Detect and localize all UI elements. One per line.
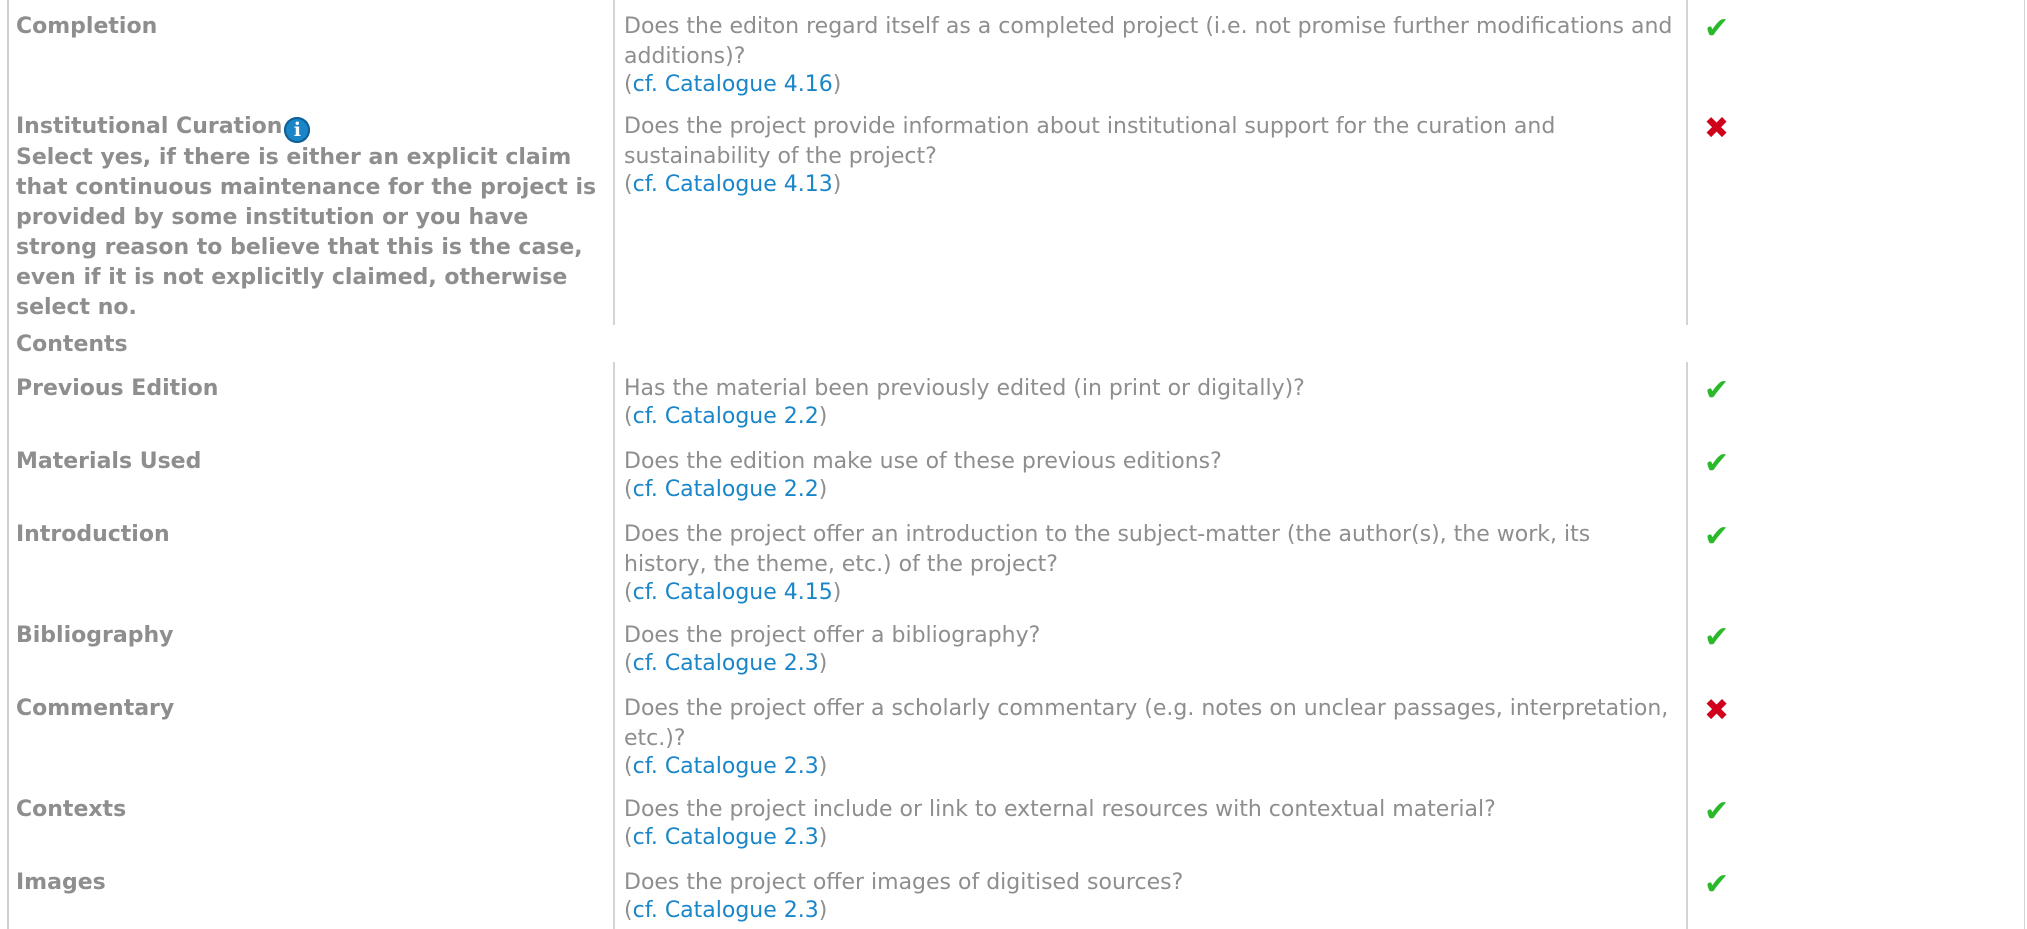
answer-cell: ✖ — [1686, 682, 2024, 783]
criterion-cell: Images — [9, 856, 609, 929]
catalogue-reference: (cf. Catalogue 4.15) — [624, 580, 842, 605]
question-text: Does the project offer images of digitis… — [624, 870, 1184, 895]
table-row-previous-edition: Previous Edition Has the material been p… — [0, 362, 2027, 435]
catalogue-reference: (cf. Catalogue 2.3) — [624, 825, 828, 850]
catalogue-link[interactable]: cf. Catalogue 4.13 — [633, 172, 833, 197]
criterion-label: Contexts — [16, 797, 127, 822]
catalogue-reference: (cf. Catalogue 2.3) — [624, 651, 828, 676]
check-icon: ✔ — [1704, 519, 1730, 554]
answer-cell: ✔ — [1686, 0, 2024, 100]
question-text: Does the editon regard itself as a compl… — [624, 14, 1673, 69]
criterion-cell: Materials Used — [9, 435, 609, 508]
table-row-bibliography: Bibliography Does the project offer a bi… — [0, 609, 2027, 682]
check-icon: ✔ — [1704, 11, 1730, 46]
check-icon: ✔ — [1704, 794, 1730, 829]
catalogue-link[interactable]: cf. Catalogue 2.2 — [633, 477, 819, 502]
criterion-cell: Completion — [9, 0, 609, 100]
question-text: Does the project offer a bibliography? — [624, 623, 1041, 648]
answer-cell: ✔ — [1686, 609, 2024, 682]
criterion-cell: Previous Edition — [9, 362, 609, 435]
criterion-label: Bibliography — [16, 623, 174, 648]
catalogue-link[interactable]: cf. Catalogue 2.3 — [633, 825, 819, 850]
info-icon[interactable]: i — [284, 117, 311, 143]
catalogue-link[interactable]: cf. Catalogue 4.15 — [633, 580, 833, 605]
answer-cell: ✔ — [1686, 362, 2024, 435]
cross-icon: ✖ — [1704, 111, 1730, 146]
criterion-label: Previous Edition — [16, 376, 219, 401]
question-text: Does the project include or link to exte… — [624, 797, 1496, 822]
question-cell: Does the edition make use of these previ… — [613, 435, 1686, 508]
criterion-label: Commentary — [16, 696, 175, 721]
criterion-cell: Introduction — [9, 508, 609, 609]
question-cell: Does the project provide information abo… — [613, 100, 1686, 325]
question-cell: Does the project offer a bibliography? (… — [613, 609, 1686, 682]
criterion-cell: Bibliography — [9, 609, 609, 682]
catalogue-link[interactable]: cf. Catalogue 2.3 — [633, 651, 819, 676]
answer-cell: ✔ — [1686, 783, 2024, 856]
criterion-note: Select yes, if there is either an explic… — [16, 145, 597, 320]
answer-cell: ✖ — [1686, 100, 2024, 325]
catalogue-link[interactable]: cf. Catalogue 2.3 — [633, 898, 819, 923]
question-cell: Does the project offer images of digitis… — [613, 856, 1686, 929]
question-text: Does the project offer a scholarly comme… — [624, 696, 1669, 751]
question-text: Does the project provide information abo… — [624, 114, 1556, 169]
question-cell: Does the project offer a scholarly comme… — [613, 682, 1686, 783]
criterion-cell: Institutional Curation i Select yes, if th… — [9, 100, 609, 325]
check-icon: ✔ — [1704, 620, 1730, 655]
question-cell: Does the project include or link to exte… — [613, 783, 1686, 856]
table-row-materials-used: Materials Used Does the edition make use… — [0, 435, 2027, 508]
answer-cell: ✔ — [1686, 856, 2024, 929]
catalogue-reference: (cf. Catalogue 2.2) — [624, 477, 828, 502]
question-cell: Has the material been previously edited … — [613, 362, 1686, 435]
table-row-completion: Completion Does the editon regard itself… — [0, 0, 2027, 100]
catalogue-reference: (cf. Catalogue 2.3) — [624, 898, 828, 923]
catalogue-reference: (cf. Catalogue 2.2) — [624, 404, 828, 429]
criterion-label: Images — [16, 870, 106, 895]
catalogue-reference: (cf. Catalogue 4.13) — [624, 172, 842, 197]
table-row-introduction: Introduction Does the project offer an i… — [0, 508, 2027, 609]
criterion-cell: Commentary — [9, 682, 609, 783]
table-row-commentary: Commentary Does the project offer a scho… — [0, 682, 2027, 783]
criterion-label: Completion — [16, 14, 158, 39]
cross-icon: ✖ — [1704, 693, 1730, 728]
table-row-images: Images Does the project offer images of … — [0, 856, 2027, 929]
table-row-contexts: Contexts Does the project include or lin… — [0, 783, 2027, 856]
criterion-label: Introduction — [16, 522, 170, 547]
check-icon: ✔ — [1704, 373, 1730, 408]
catalogue-link[interactable]: cf. Catalogue 2.2 — [633, 404, 819, 429]
question-text: Does the edition make use of these previ… — [624, 449, 1222, 474]
question-cell: Does the editon regard itself as a compl… — [613, 0, 1686, 100]
criteria-table: Completion Does the editon regard itself… — [0, 0, 2027, 929]
check-icon: ✔ — [1704, 446, 1730, 481]
question-cell: Does the project offer an introduction t… — [613, 508, 1686, 609]
answer-cell: ✔ — [1686, 435, 2024, 508]
section-heading: Contents — [16, 332, 128, 357]
catalogue-reference: (cf. Catalogue 2.3) — [624, 754, 828, 779]
catalogue-link[interactable]: cf. Catalogue 2.3 — [633, 754, 819, 779]
criterion-cell: Contexts — [9, 783, 609, 856]
question-text: Has the material been previously edited … — [624, 376, 1305, 401]
criterion-label: Institutional Curation i Select yes, if th… — [16, 100, 609, 323]
catalogue-link[interactable]: cf. Catalogue 4.16 — [633, 72, 833, 97]
catalogue-reference: (cf. Catalogue 4.16) — [624, 72, 842, 97]
criterion-label: Materials Used — [16, 449, 202, 474]
answer-cell: ✔ — [1686, 508, 2024, 609]
check-icon: ✔ — [1704, 867, 1730, 902]
table-row-institutional-curation: Institutional Curation i Select yes, if th… — [0, 100, 2027, 325]
question-text: Does the project offer an introduction t… — [624, 522, 1591, 577]
criterion-label-text: Institutional Curation — [16, 114, 283, 139]
